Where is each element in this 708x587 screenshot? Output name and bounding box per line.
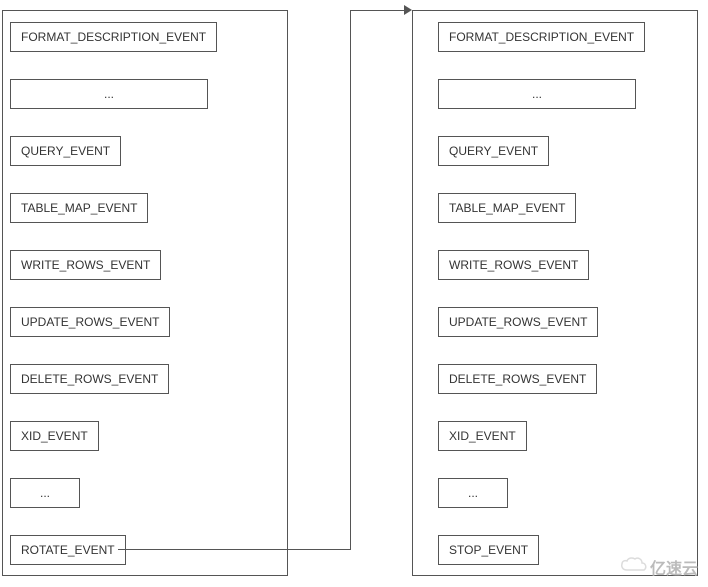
ellipsis-label: ... xyxy=(532,87,542,101)
event-box: QUERY_EVENT xyxy=(438,136,549,166)
event-label: QUERY_EVENT xyxy=(21,144,110,158)
event-label: XID_EVENT xyxy=(449,429,516,443)
event-label: DELETE_ROWS_EVENT xyxy=(449,372,586,386)
event-box: ROTATE_EVENT xyxy=(10,535,126,565)
event-box: TABLE_MAP_EVENT xyxy=(438,193,576,223)
event-label: STOP_EVENT xyxy=(449,543,528,557)
event-box: FORMAT_DESCRIPTION_EVENT xyxy=(438,22,645,52)
event-label: ROTATE_EVENT xyxy=(21,543,115,557)
arrowhead-icon xyxy=(404,5,412,15)
ellipsis-box: ... xyxy=(438,478,508,508)
event-label: UPDATE_ROWS_EVENT xyxy=(21,315,159,329)
ellipsis-box: ... xyxy=(438,79,636,109)
event-label: TABLE_MAP_EVENT xyxy=(21,201,137,215)
event-box: DELETE_ROWS_EVENT xyxy=(10,364,169,394)
ellipsis-box: ... xyxy=(10,79,208,109)
event-label: XID_EVENT xyxy=(21,429,88,443)
arrow-segment xyxy=(350,10,408,11)
event-label: FORMAT_DESCRIPTION_EVENT xyxy=(449,30,634,44)
ellipsis-box: ... xyxy=(10,478,80,508)
event-box: XID_EVENT xyxy=(438,421,527,451)
event-label: WRITE_ROWS_EVENT xyxy=(21,258,150,272)
ellipsis-label: ... xyxy=(104,87,114,101)
event-label: DELETE_ROWS_EVENT xyxy=(21,372,158,386)
event-box: STOP_EVENT xyxy=(438,535,539,565)
cloud-icon xyxy=(620,556,648,579)
event-label: TABLE_MAP_EVENT xyxy=(449,201,565,215)
event-box: UPDATE_ROWS_EVENT xyxy=(438,307,598,337)
event-label: FORMAT_DESCRIPTION_EVENT xyxy=(21,30,206,44)
event-label: UPDATE_ROWS_EVENT xyxy=(449,315,587,329)
arrow-segment xyxy=(350,10,351,550)
event-box: FORMAT_DESCRIPTION_EVENT xyxy=(10,22,217,52)
event-box: XID_EVENT xyxy=(10,421,99,451)
event-label: WRITE_ROWS_EVENT xyxy=(449,258,578,272)
event-box: TABLE_MAP_EVENT xyxy=(10,193,148,223)
event-box: WRITE_ROWS_EVENT xyxy=(10,250,161,280)
event-box: UPDATE_ROWS_EVENT xyxy=(10,307,170,337)
arrow-segment xyxy=(118,549,350,550)
event-box: WRITE_ROWS_EVENT xyxy=(438,250,589,280)
event-label: QUERY_EVENT xyxy=(449,144,538,158)
event-box: QUERY_EVENT xyxy=(10,136,121,166)
ellipsis-label: ... xyxy=(40,486,50,500)
watermark-text: 亿速云 xyxy=(650,555,698,579)
watermark: 亿速云 xyxy=(620,555,698,579)
ellipsis-label: ... xyxy=(468,486,478,500)
event-box: DELETE_ROWS_EVENT xyxy=(438,364,597,394)
